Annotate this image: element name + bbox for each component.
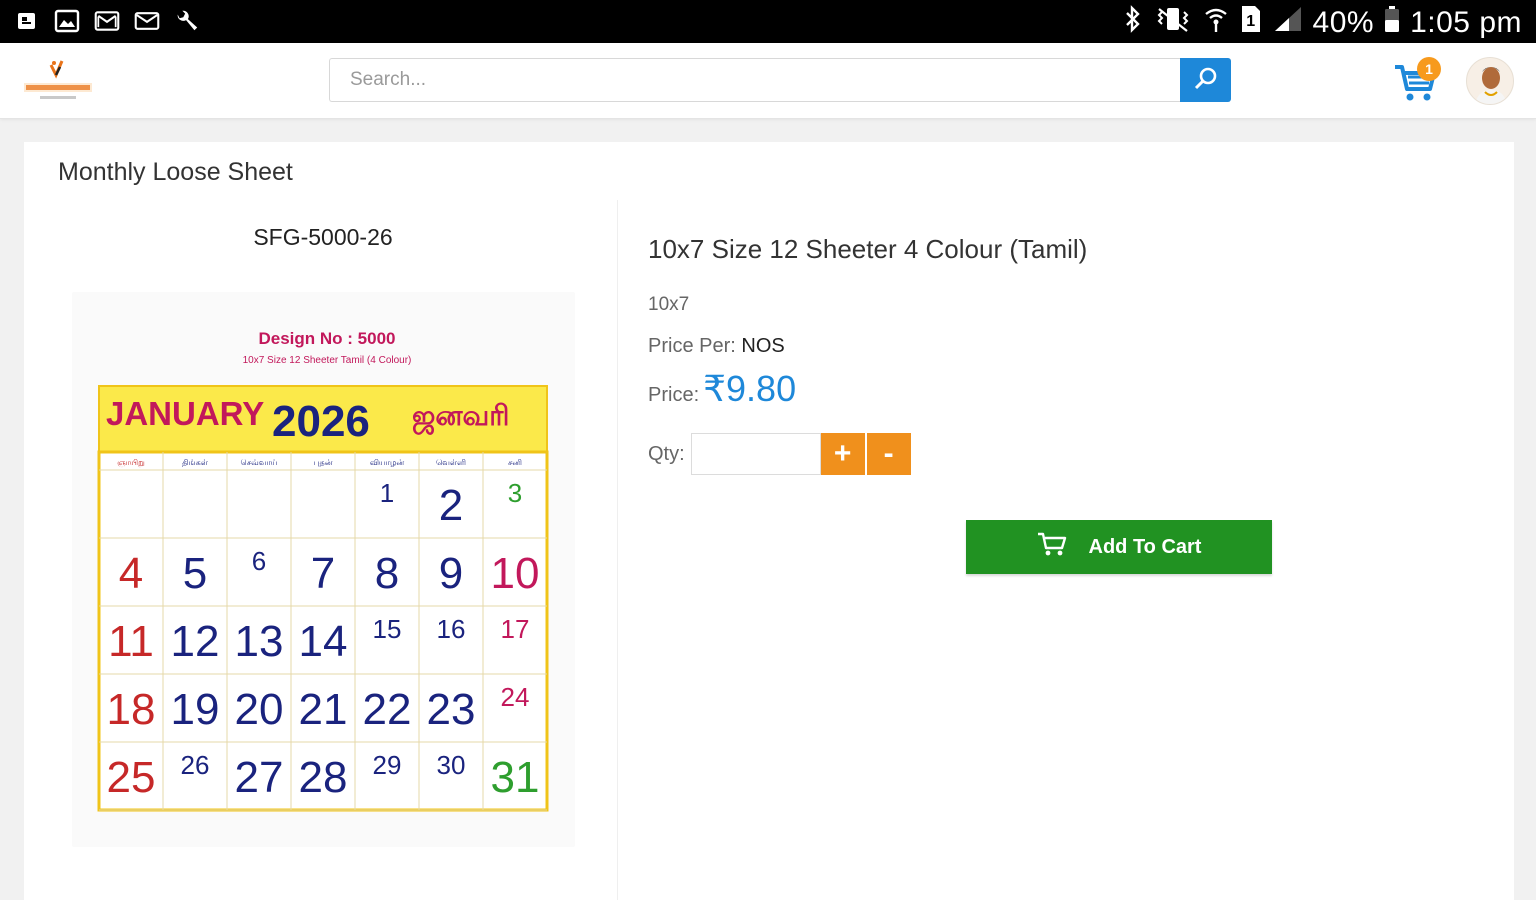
calendar-day: 13 <box>235 617 284 666</box>
product-size: 10x7 <box>648 294 690 315</box>
gmail-icon <box>94 8 120 34</box>
calendar-weekday: செவ்வாய் <box>240 458 277 467</box>
battery-icon <box>1384 5 1400 41</box>
calendar-day: 2 <box>439 481 463 530</box>
status-bar: 1 40% 1:05 pm <box>0 0 1536 43</box>
calendar-day: 17 <box>501 614 530 644</box>
status-bar-left-icons <box>14 8 200 34</box>
add-to-cart-icon <box>1037 531 1067 563</box>
quantity-input[interactable] <box>690 433 821 475</box>
cart-count-badge: 1 <box>1417 57 1441 81</box>
status-bar-right: 1 40% 1:05 pm <box>1123 4 1522 42</box>
quantity-plus-button[interactable]: + <box>820 433 865 475</box>
notification-icon <box>14 8 40 34</box>
wifi-icon <box>1203 5 1229 41</box>
product-card: Monthly Loose Sheet SFG-5000-26 Design N… <box>24 142 1514 900</box>
quantity-minus-button[interactable]: - <box>866 433 911 475</box>
calendar-year: 2026 <box>272 397 370 446</box>
wrench-icon <box>174 8 200 34</box>
product-title: 10x7 Size 12 Sheeter 4 Colour (Tamil) <box>648 234 1088 264</box>
product-sku: SFG-5000-26 <box>253 224 393 250</box>
calendar-day: 6 <box>252 546 266 576</box>
calendar-day: 9 <box>439 549 463 598</box>
calendar-image: Design No : 5000 10x7 Size 12 Sheeter Ta… <box>97 329 549 812</box>
email-icon <box>134 8 160 34</box>
search-icon <box>1193 66 1219 95</box>
calendar-day: 15 <box>373 614 402 644</box>
price-per-value: NOS <box>741 335 785 357</box>
calendar-day: 31 <box>491 753 540 802</box>
gallery-icon <box>54 8 80 34</box>
calendar-day: 26 <box>181 750 210 780</box>
calendar-subtitle: 10x7 Size 12 Sheeter Tamil (4 Colour) <box>243 355 412 366</box>
add-to-cart-button[interactable]: Add To Cart <box>966 520 1272 574</box>
calendar-day: 1 <box>380 478 394 508</box>
sim-icon: 1 <box>1239 4 1263 42</box>
calendar-design-label: Design No : 5000 <box>259 329 396 348</box>
signal-icon <box>1273 5 1303 41</box>
calendar-day: 18 <box>107 685 156 734</box>
calendar-day: 12 <box>171 617 220 666</box>
calendar-day: 28 <box>299 753 348 802</box>
price-per: Price Per: NOS <box>648 335 785 358</box>
product-image[interactable]: Design No : 5000 10x7 Size 12 Sheeter Ta… <box>72 292 575 847</box>
section-title: Monthly Loose Sheet <box>58 158 293 186</box>
calendar-day: 20 <box>235 685 284 734</box>
price-label: Price: <box>648 384 700 406</box>
search-button[interactable] <box>1180 58 1231 102</box>
calendar-day: 25 <box>107 753 156 802</box>
calendar-day: 3 <box>508 478 522 508</box>
calendar-weekday: சனி <box>508 458 522 467</box>
calendar-day: 22 <box>363 685 412 734</box>
bluetooth-icon <box>1123 5 1143 41</box>
battery-percent: 40% <box>1312 6 1375 39</box>
brand-logo[interactable] <box>18 53 98 109</box>
calendar-day: 14 <box>299 617 348 666</box>
price-value: ₹9.80 <box>703 368 797 409</box>
calendar-day: 27 <box>235 753 284 802</box>
vibrate-icon <box>1153 5 1193 41</box>
price-row: Price: ₹9.80 <box>648 368 796 410</box>
app-header: 1 <box>0 43 1536 119</box>
calendar-day: 29 <box>373 750 402 780</box>
search-input[interactable] <box>329 58 1180 102</box>
calendar-day: 21 <box>299 685 348 734</box>
calendar-weekday: திங்கள் <box>182 458 209 467</box>
calendar-day: 11 <box>108 617 154 666</box>
product-image-column: SFG-5000-26 Design No : 5000 10x7 Size 1… <box>24 200 618 900</box>
calendar-weekday: ஞாயிறு <box>117 458 145 468</box>
calendar-weekday: வியாழன் <box>370 458 405 467</box>
calendar-month-tamil: ஜனவரி <box>412 399 509 435</box>
calendar-weekday: புதன் <box>314 458 333 467</box>
calendar-day: 23 <box>427 685 476 734</box>
calendar-day: 4 <box>119 549 143 598</box>
calendar-day: 5 <box>183 549 207 598</box>
calendar-weekday: வெள்ளி <box>436 458 466 467</box>
cart-icon <box>1392 65 1438 109</box>
status-time: 1:05 pm <box>1410 6 1522 39</box>
calendar-day: 16 <box>437 614 466 644</box>
calendar-day: 19 <box>171 685 220 734</box>
cart-button[interactable]: 1 <box>1392 57 1444 109</box>
quantity-row: Qty: + - <box>648 433 911 475</box>
qty-label: Qty: <box>648 442 685 465</box>
calendar-day: 8 <box>375 549 399 598</box>
price-per-label: Price Per: <box>648 335 736 357</box>
svg-text:1: 1 <box>1246 13 1255 30</box>
calendar-day: 7 <box>311 549 335 598</box>
calendar-day: 10 <box>491 549 540 598</box>
calendar-month: JANUARY <box>106 395 264 432</box>
user-avatar[interactable] <box>1466 57 1514 105</box>
calendar-day: 30 <box>437 750 466 780</box>
calendar-day: 24 <box>501 682 530 712</box>
add-to-cart-label: Add To Cart <box>1088 535 1202 558</box>
